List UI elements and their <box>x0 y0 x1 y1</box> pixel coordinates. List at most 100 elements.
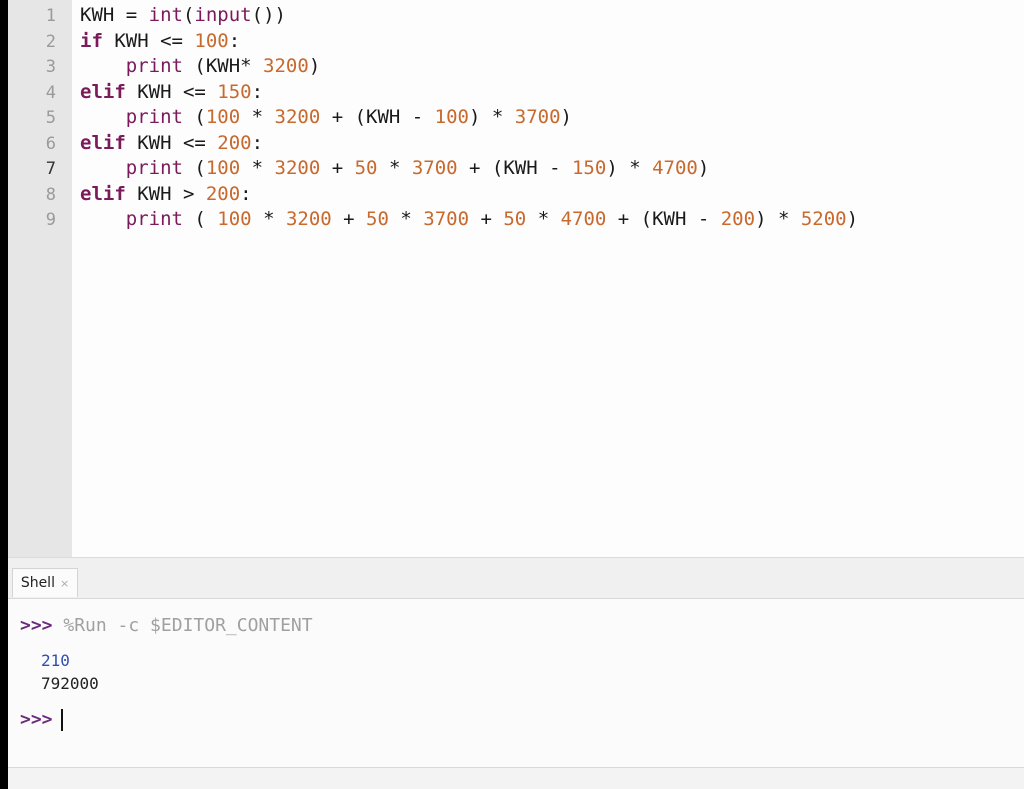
code-token: + <box>331 208 367 230</box>
code-line: elif KWH <= 200: <box>80 131 858 157</box>
code-token: * <box>240 157 275 179</box>
number-token: 150 <box>571 157 607 179</box>
line-number: 5 <box>45 108 56 128</box>
ide-window: 123456789 KWH = int(input()) if KWH <= 10… <box>8 0 1024 789</box>
code-token: KWH > <box>125 182 206 205</box>
number-token: 3700 <box>411 157 458 179</box>
number-token: 3200 <box>274 157 321 179</box>
shell-prompt: >>> <box>20 615 53 636</box>
shell-prompt: >>> <box>20 709 53 730</box>
line-number: 6 <box>45 133 56 154</box>
code-line: print (100 * 3200 + (KWH - 100) * 3700) <box>80 105 858 131</box>
code-line: print (100 * 3200 + 50 * 3700 + (KWH - 1… <box>80 156 858 182</box>
code-line: elif KWH > 200: <box>80 182 858 208</box>
keyword-token: elif <box>80 131 126 154</box>
number-token: 4700 <box>560 208 607 230</box>
number-token: 100 <box>194 29 229 52</box>
number-token: 5200 <box>800 208 847 230</box>
code-token: KWH = <box>80 4 149 26</box>
code-token: ()) <box>251 4 286 26</box>
code-line: print (KWH* 3200) <box>80 54 858 80</box>
code-token: KWH <= <box>102 29 195 52</box>
code-area[interactable]: KWH = int(input()) if KWH <= 100: print (… <box>80 3 858 233</box>
number-token: 100 <box>217 208 252 230</box>
keyword-token: elif <box>80 182 126 205</box>
code-token: : <box>251 80 264 103</box>
shell-input-line[interactable]: >>> <box>20 709 63 731</box>
number-token: 150 <box>217 80 252 103</box>
keyword-token: if <box>80 29 103 52</box>
line-number: 7 <box>45 159 56 179</box>
number-token: 100 <box>434 106 469 128</box>
close-icon[interactable]: × <box>60 577 69 590</box>
number-token: 100 <box>205 106 241 128</box>
number-token: 200 <box>720 208 756 230</box>
number-token: 100 <box>205 157 241 179</box>
function-token: int <box>148 4 183 26</box>
code-token: : <box>240 182 252 205</box>
code-token: * <box>240 106 275 128</box>
code-token: + (KWH - <box>457 157 572 179</box>
function-token: print <box>125 106 183 128</box>
code-token: (KWH* <box>182 55 264 77</box>
code-token: : <box>251 131 264 154</box>
code-token: * <box>388 208 424 230</box>
function-token: print <box>125 55 183 77</box>
function-token: print <box>125 157 183 179</box>
number-token: 3700 <box>514 106 561 128</box>
code-token: ) <box>846 208 859 230</box>
tab-shell[interactable]: Shell × <box>12 568 78 597</box>
number-token: 3200 <box>274 106 321 128</box>
text-cursor <box>60 709 63 731</box>
code-line: print ( 100 * 3200 + 50 * 3700 + 50 * 47… <box>80 207 858 233</box>
code-token: KWH <= <box>125 80 218 103</box>
number-token: 4700 <box>652 157 698 179</box>
code-token: ) <box>697 157 710 179</box>
line-number: 2 <box>45 31 56 52</box>
code-token: ( <box>182 208 218 230</box>
shell-input-echo: 210 <box>41 651 70 670</box>
code-token: ) * <box>606 157 653 179</box>
run-command-line: >>> %Run -c $EDITOR_CONTENT <box>20 615 313 636</box>
number-token: 3700 <box>423 208 470 230</box>
code-token: + <box>469 208 504 230</box>
number-token: 50 <box>503 208 527 230</box>
shell-output: 792000 <box>41 674 99 693</box>
code-token: ( <box>182 157 206 179</box>
number-token: 200 <box>205 182 241 205</box>
status-bar <box>8 768 1024 789</box>
code-editor[interactable]: 123456789 KWH = int(input()) if KWH <= 10… <box>8 0 1024 558</box>
function-token: print <box>125 208 183 230</box>
code-token: : <box>228 29 241 52</box>
code-token: KWH <= <box>125 131 218 154</box>
code-token: ) <box>308 55 321 77</box>
line-number: 9 <box>45 210 56 230</box>
number-token: 50 <box>354 157 378 179</box>
code-token: ( <box>182 4 195 26</box>
number-token: 3200 <box>263 55 309 77</box>
line-number: 1 <box>45 6 56 26</box>
code-token: ( <box>182 106 206 128</box>
number-token: 3200 <box>285 208 332 230</box>
code-line: if KWH <= 100: <box>80 29 858 55</box>
code-token: ) <box>560 106 572 128</box>
line-number: 8 <box>45 184 56 205</box>
code-token: ) * <box>469 106 515 128</box>
shell-console[interactable]: >>> %Run -c $EDITOR_CONTENT 210 792000 >… <box>8 599 1024 768</box>
code-token: + <box>320 157 355 179</box>
code-line: elif KWH <= 150: <box>80 80 858 106</box>
shell-tab-bar: Shell × <box>8 558 1024 599</box>
code-token: + (KWH - <box>606 208 721 230</box>
line-number: 4 <box>45 82 56 103</box>
code-token: + (KWH - <box>320 106 435 128</box>
number-token: 50 <box>366 208 389 230</box>
code-token: * <box>251 208 286 230</box>
code-line: KWH = int(input()) <box>80 3 858 29</box>
keyword-token: elif <box>80 80 126 103</box>
run-command: %Run -c $EDITOR_CONTENT <box>63 615 313 636</box>
line-number: 3 <box>45 57 56 77</box>
function-token: input <box>194 4 252 26</box>
